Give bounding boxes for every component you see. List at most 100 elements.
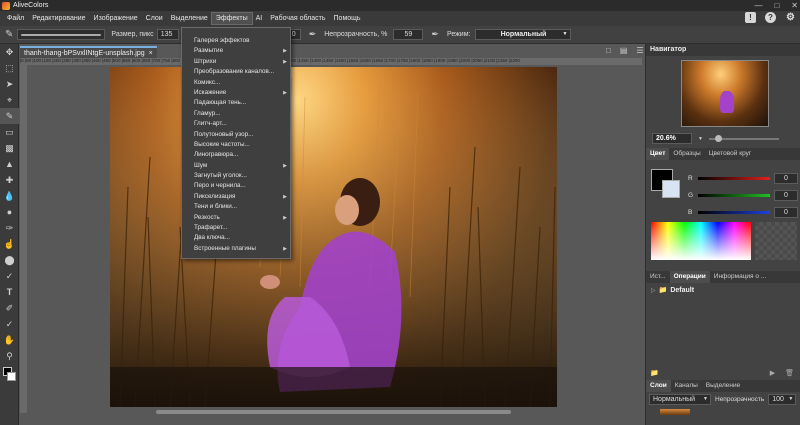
menu-ai[interactable]: AI bbox=[252, 13, 267, 24]
effects-menu-item[interactable]: Шум ▶ bbox=[182, 161, 290, 171]
maximize-icon[interactable]: □ bbox=[774, 1, 779, 10]
effects-menu-item[interactable]: Искажение ▶ bbox=[182, 88, 290, 98]
opacity-input[interactable]: 59 bbox=[393, 29, 424, 40]
brush-tool-icon[interactable]: ✎ bbox=[0, 108, 19, 124]
dodge-tool-icon[interactable]: ● bbox=[0, 204, 19, 220]
menu-workspace[interactable]: Рабочая область bbox=[266, 13, 329, 24]
tab-color-wheel[interactable]: Цветовой круг bbox=[705, 148, 756, 160]
zoom-slider[interactable] bbox=[708, 134, 779, 142]
color-swatches[interactable] bbox=[0, 364, 18, 386]
panel-menu-icon[interactable]: ☰ bbox=[636, 46, 643, 55]
layer-blend-select[interactable]: Нормальный ▼ bbox=[649, 394, 711, 405]
tab-history[interactable]: Ист... bbox=[646, 271, 670, 283]
hand-tool-icon[interactable]: ✋ bbox=[0, 332, 19, 348]
tab-layers[interactable]: Слои bbox=[646, 380, 671, 392]
zoom-dropdown-icon[interactable]: ▼ bbox=[698, 136, 703, 142]
effects-menu-item[interactable]: Падающая тень... bbox=[182, 98, 290, 108]
tab-channels[interactable]: Каналы bbox=[671, 380, 702, 392]
play-icon[interactable]: ▶ bbox=[770, 369, 775, 377]
channel-value-input[interactable]: 0 bbox=[774, 190, 798, 201]
new-document-icon[interactable]: □ bbox=[606, 46, 611, 55]
color-replace-tool-icon[interactable]: ✓ bbox=[0, 316, 19, 332]
effects-menu-item[interactable]: Полутоновый узор... bbox=[182, 130, 290, 140]
close-icon[interactable]: ✕ bbox=[791, 1, 798, 10]
blur-tool-icon[interactable]: 💧 bbox=[0, 188, 19, 204]
effects-menu-item[interactable]: Преобразование каналов... bbox=[182, 67, 290, 77]
zoom-slider-thumb[interactable] bbox=[714, 134, 722, 142]
layer-opacity-input[interactable]: 100 ▼ bbox=[768, 394, 797, 405]
effects-menu-item[interactable]: Загнутый уголок... bbox=[182, 171, 290, 181]
blend-mode-select[interactable]: Нормальный ▼ bbox=[475, 29, 572, 40]
trash-icon[interactable]: 🗑 bbox=[785, 369, 794, 377]
horizontal-scrollbar[interactable] bbox=[156, 410, 511, 414]
pen-pressure-icon[interactable]: ✒ bbox=[309, 29, 317, 40]
effects-menu-item[interactable]: Тени и блики... bbox=[182, 202, 290, 212]
effects-menu-item[interactable]: Гламур... bbox=[182, 109, 290, 119]
smudge-tool-icon[interactable]: ☝ bbox=[0, 236, 19, 252]
selection-tool-icon[interactable]: ⬚ bbox=[0, 60, 19, 76]
text-tool-icon[interactable]: T bbox=[0, 284, 19, 300]
menu-layers[interactable]: Слои bbox=[142, 13, 167, 24]
tab-info[interactable]: Информация о ... bbox=[710, 271, 770, 283]
lasso-tool-icon[interactable]: ➤ bbox=[0, 76, 19, 92]
menu-edit[interactable]: Редактирование bbox=[28, 13, 89, 24]
move-tool-icon[interactable]: ✥ bbox=[0, 44, 19, 60]
effects-menu-item[interactable]: Два ключа... bbox=[182, 233, 290, 243]
notification-icon[interactable]: ! bbox=[745, 12, 756, 23]
gradient-tool-icon[interactable]: ▩ bbox=[0, 140, 19, 156]
menu-image[interactable]: Изображение bbox=[90, 13, 142, 24]
channel-value-input[interactable]: 0 bbox=[774, 207, 798, 218]
menu-selection[interactable]: Выделение bbox=[167, 13, 212, 24]
effects-menu-item[interactable]: Комикс... bbox=[182, 78, 290, 88]
channel-slider[interactable] bbox=[698, 211, 770, 214]
shape-tool-icon[interactable]: ⬤ bbox=[0, 252, 19, 268]
effects-menu-item[interactable]: Глитч-арт... bbox=[182, 119, 290, 129]
zoom-input[interactable]: 20.6% bbox=[652, 133, 692, 144]
crop-tool-icon[interactable]: ⌖ bbox=[0, 92, 19, 108]
opacity-pressure-icon[interactable]: ✒ bbox=[431, 29, 439, 40]
effects-menu-item[interactable]: Резкость ▶ bbox=[182, 213, 290, 223]
close-tab-icon[interactable]: × bbox=[149, 50, 153, 57]
effects-menu-item[interactable]: Галерея эффектов bbox=[182, 36, 290, 46]
effects-menu-item[interactable]: Перо и чернила... bbox=[182, 181, 290, 191]
settings-gear-icon[interactable]: ⚙ bbox=[785, 12, 796, 23]
layer-thumbnail[interactable] bbox=[660, 409, 690, 415]
window-arrange-icon[interactable]: ▤ bbox=[620, 46, 628, 55]
effects-menu-item[interactable]: Пикселизация ▶ bbox=[182, 192, 290, 202]
effects-menu-item[interactable]: Размытие ▶ bbox=[182, 46, 290, 56]
menu-help[interactable]: Помощь bbox=[330, 13, 365, 24]
effects-menu-item[interactable]: Штрихи ▶ bbox=[182, 57, 290, 67]
pen-tool-icon[interactable]: ✑ bbox=[0, 220, 19, 236]
clone-stamp-tool-icon[interactable]: ▲ bbox=[0, 156, 19, 172]
menu-effects[interactable]: Эффекты bbox=[210, 12, 253, 25]
navigator-thumbnail[interactable] bbox=[681, 60, 769, 127]
channel-slider[interactable] bbox=[698, 177, 770, 180]
tab-color[interactable]: Цвет bbox=[646, 148, 670, 160]
size-input[interactable]: 135 bbox=[156, 29, 179, 40]
effects-menu-item[interactable]: Встроенные плагины ▶ bbox=[182, 244, 290, 254]
color-spectrum-picker[interactable] bbox=[651, 222, 751, 260]
background-color-swatch[interactable] bbox=[7, 372, 16, 381]
eraser-tool-icon[interactable]: ▭ bbox=[0, 124, 19, 140]
minimize-icon[interactable]: — bbox=[754, 1, 762, 10]
tab-selection[interactable]: Выделение bbox=[702, 380, 744, 392]
effects-menu-item[interactable]: Линогравюра... bbox=[182, 150, 290, 160]
channel-slider[interactable] bbox=[698, 194, 770, 197]
vector-pen-tool-icon[interactable]: ✓ bbox=[0, 268, 19, 284]
tab-operations[interactable]: Операции bbox=[669, 271, 710, 283]
menu-file[interactable]: Файл bbox=[3, 13, 28, 24]
zoom-tool-icon[interactable]: ⚲ bbox=[0, 348, 19, 364]
channel-value-input[interactable]: 0 bbox=[774, 173, 798, 184]
effects-menu-item[interactable]: Высокие частоты... bbox=[182, 140, 290, 150]
operation-item[interactable]: ▷ 📁 Default bbox=[651, 286, 694, 295]
effects-menu-item[interactable]: Трафарет... bbox=[182, 223, 290, 233]
healing-tool-icon[interactable]: ✚ bbox=[0, 172, 19, 188]
brush-preset-picker[interactable] bbox=[17, 29, 106, 40]
expand-icon[interactable]: ▷ bbox=[651, 287, 656, 294]
image-canvas[interactable] bbox=[110, 67, 557, 407]
background-color-box[interactable] bbox=[662, 180, 680, 198]
document-tab[interactable]: thanh-thang-bPSvxlINtgE-unsplash.jpg × bbox=[20, 46, 157, 58]
tab-swatches[interactable]: Образцы bbox=[669, 148, 704, 160]
help-icon[interactable]: ? bbox=[765, 12, 776, 23]
eyedropper-tool-icon[interactable]: ✐ bbox=[0, 300, 19, 316]
